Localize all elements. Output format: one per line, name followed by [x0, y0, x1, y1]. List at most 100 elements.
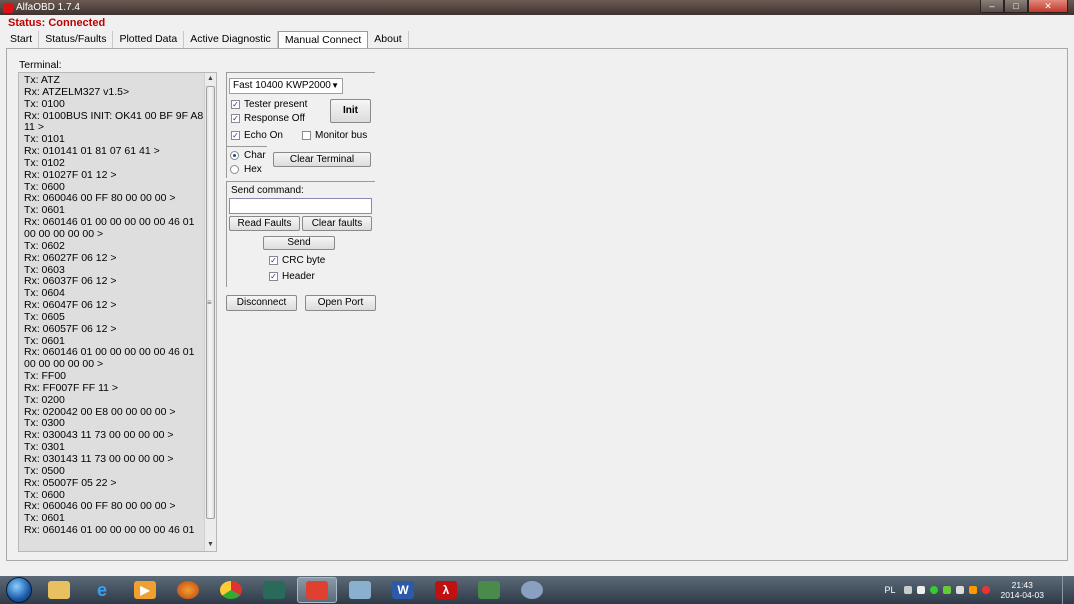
- terminal-line: Rx: 05007F 05 22 >: [24, 476, 117, 489]
- terminal-label: Terminal:: [19, 59, 62, 71]
- circuit-app-icon[interactable]: [254, 577, 294, 603]
- send-command-label: Send command:: [231, 185, 304, 196]
- scroll-up-icon[interactable]: ▲: [205, 73, 216, 85]
- car-obd-icon[interactable]: [297, 577, 337, 603]
- tester-present-label: Tester present: [244, 99, 308, 110]
- terminal-line: Tx: 0602: [24, 239, 65, 252]
- tab-plotted-data[interactable]: Plotted Data: [113, 31, 185, 48]
- disconnect-button[interactable]: Disconnect: [226, 295, 297, 311]
- close-button[interactable]: ✕: [1028, 0, 1068, 13]
- clear-terminal-button[interactable]: Clear Terminal: [273, 152, 371, 167]
- monitor-bus-checkbox[interactable]: Monitor bus: [302, 130, 367, 141]
- tab-about[interactable]: About: [368, 31, 409, 48]
- checkbox-check-icon: ✓: [231, 114, 240, 123]
- keyboard-icon[interactable]: [903, 586, 912, 594]
- terminal-line: Tx: 0200: [24, 393, 65, 406]
- checkbox-check-icon: ✓: [231, 100, 240, 109]
- hex-label: Hex: [244, 164, 262, 175]
- sync-icon[interactable]: [929, 586, 938, 594]
- header-label: Header: [282, 271, 315, 282]
- explorer-icon[interactable]: [39, 577, 79, 603]
- echo-on-label: Echo On: [244, 130, 283, 141]
- clock-time: 21:43: [1011, 580, 1033, 590]
- terminal-line: Rx: 060146 01 00 00 00 00 00 46 01 00 00…: [24, 216, 198, 240]
- terminal-line: Tx: 0500: [24, 464, 65, 477]
- terminal-lines: Tx: ATZ Rx: ATZELM327 v1.5> Tx: 0100 Rx: 01…: [24, 74, 204, 537]
- language-indicator[interactable]: PL: [885, 585, 896, 595]
- response-off-label: Response Off: [244, 113, 305, 124]
- acrobat-icon[interactable]: λ: [426, 577, 466, 603]
- volume-icon[interactable]: [981, 586, 990, 594]
- send-command-input[interactable]: [229, 198, 372, 214]
- clock-date: 2014-04-03: [1000, 590, 1044, 600]
- scroll-down-icon[interactable]: ▼: [205, 539, 216, 551]
- scroll-grip-icon: ≡: [207, 298, 212, 307]
- terminal-line: Rx: FF007F FF 11 >: [24, 381, 119, 394]
- read-faults-button[interactable]: Read Faults: [229, 216, 300, 231]
- terminal-line: Rx: 01027F 01 12 >: [24, 168, 117, 181]
- terminal-line: Rx: 06027F 06 12 >: [24, 251, 117, 264]
- monitor-bus-label: Monitor bus: [315, 130, 368, 141]
- terminal-line: Rx: 060146 01 00 00 00 00 00 46 01: [24, 524, 195, 537]
- app-icon: [3, 2, 13, 13]
- chevron-down-icon: ▼: [331, 81, 339, 90]
- echo-on-checkbox[interactable]: ✓ Echo On: [231, 130, 283, 141]
- tab-bar: Start Status/Faults Plotted Data Active …: [4, 31, 409, 49]
- tester-present-checkbox[interactable]: ✓ Tester present: [231, 99, 307, 110]
- network-app-icon[interactable]: [469, 577, 509, 603]
- terminal-line: Tx: 0100: [24, 97, 65, 110]
- paint-icon[interactable]: [512, 577, 552, 603]
- title-bar: AlfaOBD 1.7.4 – □ ✕: [0, 0, 1074, 15]
- response-off-checkbox[interactable]: ✓ Response Off: [231, 113, 305, 124]
- radio-empty-icon: [230, 165, 239, 174]
- char-radio[interactable]: Char: [230, 150, 266, 161]
- word-icon[interactable]: W: [383, 577, 423, 603]
- show-desktop-button[interactable]: [1062, 576, 1074, 604]
- chrome-icon[interactable]: [211, 577, 251, 603]
- terminal-scrollbar[interactable]: ▲ ≡ ▼: [204, 73, 216, 551]
- internet-explorer-icon[interactable]: e: [82, 577, 122, 603]
- terminal-line: Rx: ATZELM327 v1.5>: [24, 85, 130, 98]
- taskbar-apps: e ▶ W λ: [39, 577, 555, 603]
- terminal-line: Rx: 06057F 06 12 >: [24, 322, 117, 335]
- media-player-icon[interactable]: ▶: [125, 577, 165, 603]
- tab-active-diagnostic[interactable]: Active Diagnostic: [184, 31, 278, 48]
- firefox-icon[interactable]: [168, 577, 208, 603]
- app-tray-icon[interactable]: [942, 586, 951, 594]
- hex-radio[interactable]: Hex: [230, 164, 262, 175]
- protocol-select-value: Fast 10400 KWP2000: [233, 80, 331, 91]
- minimize-button[interactable]: –: [980, 0, 1004, 13]
- tab-manual-connect[interactable]: Manual Connect: [277, 31, 369, 49]
- terminal-line: Rx: 0100BUS INIT: OK41 00 BF 9F A8 11 >: [24, 109, 204, 134]
- clock[interactable]: 21:43 2014-04-03: [1001, 580, 1044, 600]
- init-button[interactable]: Init: [330, 99, 371, 123]
- open-port-button[interactable]: Open Port: [305, 295, 376, 311]
- protocol-select[interactable]: Fast 10400 KWP2000 ▼: [229, 78, 343, 94]
- checkbox-check-icon: ✓: [269, 272, 278, 281]
- terminal-line: Rx: 060146 01 00 00 00 00 00 46 01 00 00…: [24, 346, 198, 371]
- taskbar: e ▶ W λ PL 21:43 2014-04-03: [0, 576, 1074, 604]
- connection-status: Status: Connected: [8, 17, 106, 29]
- terminal-output[interactable]: Tx: ATZ Rx: ATZELM327 v1.5> Tx: 0100 Rx: 01…: [18, 72, 217, 552]
- maximize-button[interactable]: □: [1004, 0, 1028, 13]
- network-icon[interactable]: [968, 586, 977, 594]
- crc-byte-label: CRC byte: [282, 255, 326, 266]
- tab-status-faults[interactable]: Status/Faults: [39, 31, 114, 48]
- header-checkbox[interactable]: ✓ Header: [269, 271, 315, 282]
- battery-icon[interactable]: [955, 586, 964, 594]
- notepad-icon[interactable]: [340, 577, 380, 603]
- terminal-line: Tx: 0102: [24, 156, 65, 169]
- send-button[interactable]: Send: [263, 236, 335, 250]
- start-button[interactable]: [6, 577, 32, 603]
- clear-faults-button[interactable]: Clear faults: [302, 216, 372, 231]
- crc-byte-checkbox[interactable]: ✓ CRC byte: [269, 255, 325, 266]
- radio-selected-icon: [230, 151, 239, 160]
- terminal-line: Tx: 0605: [24, 310, 65, 323]
- checkbox-check-icon: ✓: [231, 131, 240, 140]
- checkbox-check-icon: ✓: [269, 256, 278, 265]
- char-label: Char: [244, 150, 266, 161]
- window-title: AlfaOBD 1.7.4: [16, 2, 80, 13]
- tab-start[interactable]: Start: [4, 31, 40, 48]
- system-tray: PL 21:43 2014-04-03: [885, 576, 1045, 604]
- flag-icon[interactable]: [916, 586, 925, 594]
